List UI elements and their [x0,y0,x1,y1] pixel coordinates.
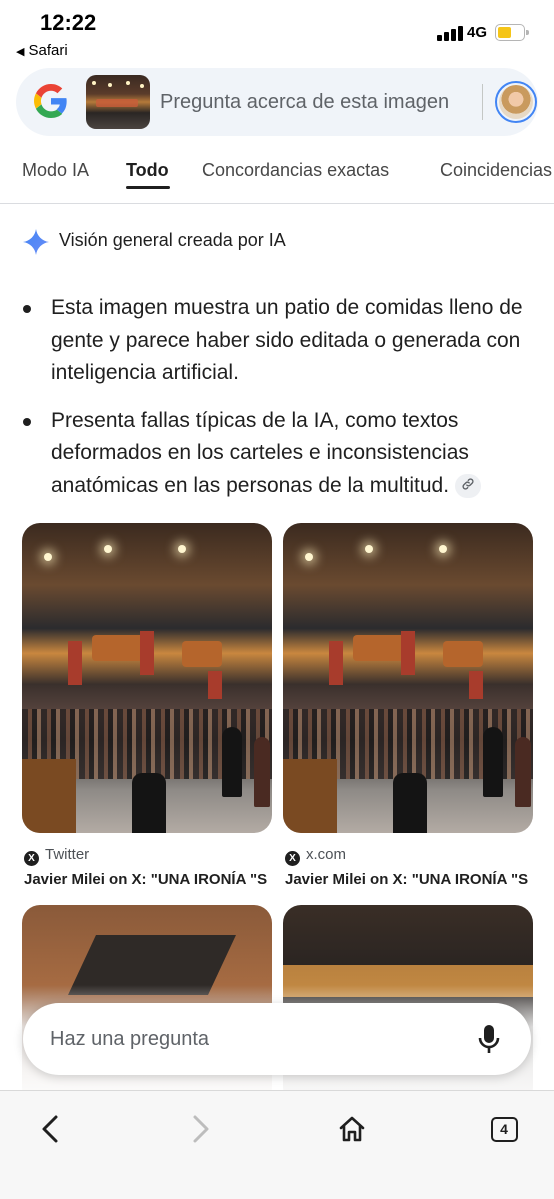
food-court-thumbnail[interactable] [86,75,150,129]
gemini-sparkle-icon [23,229,49,255]
cellular-signal-icon [437,25,463,41]
bullet-text: Esta imagen muestra un patio de comidas … [51,296,523,384]
back-triangle-icon: ◀ [16,46,25,58]
battery-level [498,27,512,38]
ask-input[interactable] [50,1025,450,1053]
ai-overview-bullet: Presenta fallas típicas de la IA, como t… [20,405,540,503]
link-icon[interactable] [455,473,482,498]
result-source[interactable]: Xx.com [285,846,346,866]
tab-count: 4 [490,1116,518,1142]
x-logo-icon: X [285,851,300,866]
network-type: 4G [467,24,488,41]
result-image[interactable] [22,523,272,833]
result-source-label: x.com [306,846,347,863]
result-title[interactable]: Javier Milei on X: "UNA IRONÍA "S [24,871,276,888]
result-image[interactable] [283,523,533,833]
ai-overview-bullet: Esta imagen muestra un patio de comidas … [20,292,540,390]
tabs-button[interactable]: 4 [484,1109,524,1149]
google-g-icon[interactable] [34,84,68,118]
search-tabs: Modo IA Todo Concordancias exactas Coinc… [0,148,554,204]
bullet-text: Presenta fallas típicas de la IA, como t… [51,408,469,497]
back-to-safari-link[interactable]: ◀ Safari [16,42,68,59]
user-avatar[interactable] [495,81,537,123]
x-logo-icon: X [24,851,39,866]
tab-todo[interactable]: Todo [126,160,169,181]
back-app-label: Safari [28,42,68,59]
ask-bar[interactable] [23,1003,531,1075]
tab-concordancias-exactas[interactable]: Concordancias exactas [202,160,389,181]
result-title[interactable]: Javier Milei on X: "UNA IRONÍA "S [285,871,534,888]
chevron-left-icon[interactable] [30,1109,70,1149]
search-bar[interactable] [16,68,538,136]
result-source-label: Twitter [45,846,90,863]
status-bar: 12:22 ◀ Safari 4G [0,0,554,62]
search-input[interactable] [160,88,476,116]
search-divider [482,84,483,120]
microphone-icon[interactable] [478,1024,500,1054]
battery-icon [495,24,529,41]
tab-modo-ia[interactable]: Modo IA [22,160,89,181]
clock: 12:22 [40,10,97,35]
ai-overview-list: Esta imagen muestra un patio de comidas … [20,292,540,517]
chevron-right-icon[interactable] [181,1109,221,1149]
home-icon[interactable] [332,1109,372,1149]
tab-coincidencias[interactable]: Coincidencias [440,160,552,181]
ai-overview-title: Visión general creada por IA [59,230,286,250]
browser-toolbar: 4 [0,1090,554,1199]
active-tab-indicator [126,186,170,189]
result-source[interactable]: X Twitter [24,846,89,866]
